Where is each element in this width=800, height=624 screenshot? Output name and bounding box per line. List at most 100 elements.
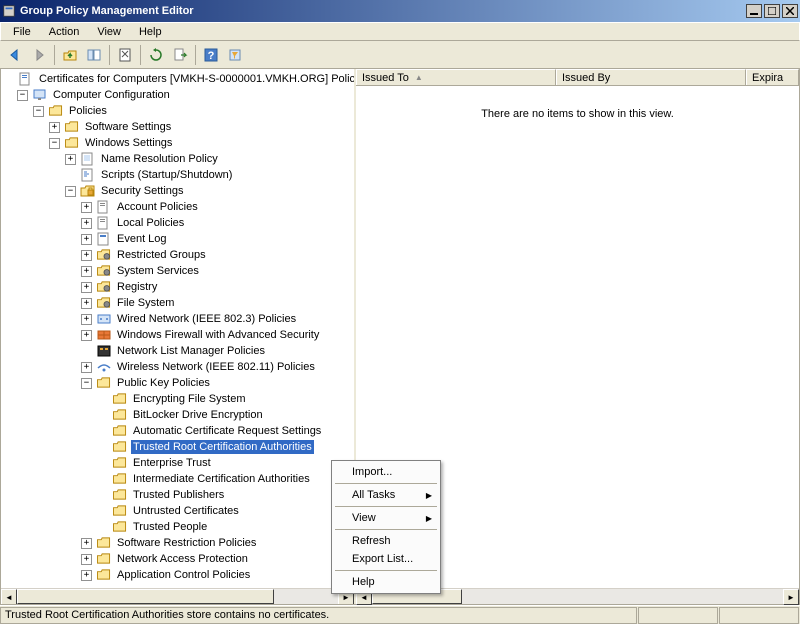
- column-expiration[interactable]: Expira: [746, 69, 799, 85]
- list-header: Issued To▲ Issued By Expira: [356, 69, 799, 86]
- close-button[interactable]: [782, 4, 798, 18]
- firewall-icon: [96, 328, 112, 342]
- menu-file[interactable]: File: [5, 24, 39, 40]
- tree-item[interactable]: +Application Control Policies: [3, 567, 352, 583]
- tree-item[interactable]: −Windows Settings: [3, 135, 352, 151]
- titlebar: Group Policy Management Editor: [0, 0, 800, 22]
- back-button[interactable]: [4, 44, 26, 66]
- folder-gear-icon: [96, 296, 112, 310]
- tree-item[interactable]: +Name Resolution Policy: [3, 151, 352, 167]
- tree-item[interactable]: Intermediate Certification Authorities: [3, 471, 352, 487]
- context-refresh[interactable]: Refresh: [334, 532, 438, 550]
- context-all-tasks[interactable]: All Tasks▶: [334, 486, 438, 504]
- tree-item[interactable]: BitLocker Drive Encryption: [3, 407, 352, 423]
- tree-pane: Certificates for Computers [VMKH-S-00000…: [1, 69, 356, 604]
- folder-icon: [64, 136, 80, 150]
- tree-item[interactable]: +Registry: [3, 279, 352, 295]
- folder-icon: [48, 104, 64, 118]
- export-button[interactable]: [169, 44, 191, 66]
- help-button[interactable]: ?: [200, 44, 222, 66]
- delete-button[interactable]: [114, 44, 136, 66]
- forward-button[interactable]: [28, 44, 50, 66]
- menu-view[interactable]: View: [89, 24, 129, 40]
- toolbar-separator: [109, 45, 110, 65]
- status-pane-3: [719, 607, 799, 624]
- refresh-button[interactable]: [145, 44, 167, 66]
- context-menu: Import... All Tasks▶ View▶ Refresh Expor…: [331, 460, 441, 594]
- folder-icon: [112, 408, 128, 422]
- folder-icon: [112, 424, 128, 438]
- scroll-left-button[interactable]: ◄: [1, 589, 17, 604]
- menubar: File Action View Help: [0, 22, 800, 41]
- svg-text:?: ?: [208, 50, 215, 62]
- tree-item[interactable]: +Wired Network (IEEE 802.3) Policies: [3, 311, 352, 327]
- menu-help[interactable]: Help: [131, 24, 170, 40]
- maximize-button[interactable]: [764, 4, 780, 18]
- tree-item[interactable]: −Public Key Policies: [3, 375, 352, 391]
- folder-icon: [112, 456, 128, 470]
- tree-item[interactable]: +System Services: [3, 263, 352, 279]
- context-help[interactable]: Help: [334, 573, 438, 591]
- folder-icon: [64, 120, 80, 134]
- menu-action[interactable]: Action: [41, 24, 88, 40]
- tree-item[interactable]: Network List Manager Policies: [3, 343, 352, 359]
- tree-item[interactable]: Scripts (Startup/Shutdown): [3, 167, 352, 183]
- tree-item[interactable]: +Windows Firewall with Advanced Security: [3, 327, 352, 343]
- empty-message: There are no items to show in this view.: [481, 108, 674, 120]
- tree-item[interactable]: +Wireless Network (IEEE 802.11) Policies: [3, 359, 352, 375]
- tree-root[interactable]: Certificates for Computers [VMKH-S-00000…: [3, 71, 352, 87]
- tree-item[interactable]: Encrypting File System: [3, 391, 352, 407]
- tree-item[interactable]: Automatic Certificate Request Settings: [3, 423, 352, 439]
- filter-button[interactable]: [224, 44, 246, 66]
- tree-item[interactable]: +Network Access Protection: [3, 551, 352, 567]
- scroll-right-button[interactable]: ►: [783, 589, 799, 605]
- tree-item[interactable]: +Event Log: [3, 231, 352, 247]
- folder-icon: [112, 488, 128, 502]
- toolbar-separator: [54, 45, 55, 65]
- folder-icon: [96, 552, 112, 566]
- policy-icon: [96, 200, 112, 214]
- tree-item[interactable]: +File System: [3, 295, 352, 311]
- submenu-arrow-icon: ▶: [426, 491, 432, 500]
- computer-icon: [32, 88, 48, 102]
- tree-item[interactable]: +Local Policies: [3, 215, 352, 231]
- tree-item[interactable]: Untrusted Certificates: [3, 503, 352, 519]
- statusbar: Trusted Root Certification Authorities s…: [0, 605, 800, 624]
- network-icon: [96, 312, 112, 326]
- tree-item[interactable]: +Account Policies: [3, 199, 352, 215]
- tree-item-selected[interactable]: Trusted Root Certification Authorities: [3, 439, 352, 455]
- tree-item[interactable]: +Software Settings: [3, 119, 352, 135]
- folder-icon: [112, 504, 128, 518]
- tree-item[interactable]: −Security Settings: [3, 183, 352, 199]
- app-icon: [2, 4, 16, 18]
- tree-hscrollbar[interactable]: ◄ ►: [1, 588, 354, 604]
- context-export-list[interactable]: Export List...: [334, 550, 438, 568]
- policy-icon: [80, 152, 96, 166]
- tree-item[interactable]: −Computer Configuration: [3, 87, 352, 103]
- tree-item[interactable]: −Policies: [3, 103, 352, 119]
- up-folder-button[interactable]: [59, 44, 81, 66]
- context-import[interactable]: Import...: [334, 463, 438, 481]
- tree-view[interactable]: Certificates for Computers [VMKH-S-00000…: [1, 69, 354, 588]
- column-issued-to[interactable]: Issued To▲: [356, 69, 556, 85]
- script-icon: [80, 168, 96, 182]
- folder-gear-icon: [96, 280, 112, 294]
- tree-item[interactable]: Enterprise Trust: [3, 455, 352, 471]
- folder-icon: [96, 568, 112, 582]
- minimize-button[interactable]: [746, 4, 762, 18]
- show-hide-tree-button[interactable]: [83, 44, 105, 66]
- column-issued-by[interactable]: Issued By: [556, 69, 746, 85]
- folder-icon: [112, 472, 128, 486]
- log-icon: [96, 232, 112, 246]
- folder-gear-icon: [96, 264, 112, 278]
- tree-item[interactable]: Trusted Publishers: [3, 487, 352, 503]
- context-view[interactable]: View▶: [334, 509, 438, 527]
- tree-item[interactable]: +Software Restriction Policies: [3, 535, 352, 551]
- status-pane-2: [638, 607, 718, 624]
- toolbar-separator: [195, 45, 196, 65]
- tree-item[interactable]: Trusted People: [3, 519, 352, 535]
- toolbar: ?: [0, 41, 800, 69]
- folder-gear-icon: [96, 248, 112, 262]
- tree-item[interactable]: +Restricted Groups: [3, 247, 352, 263]
- submenu-arrow-icon: ▶: [426, 514, 432, 523]
